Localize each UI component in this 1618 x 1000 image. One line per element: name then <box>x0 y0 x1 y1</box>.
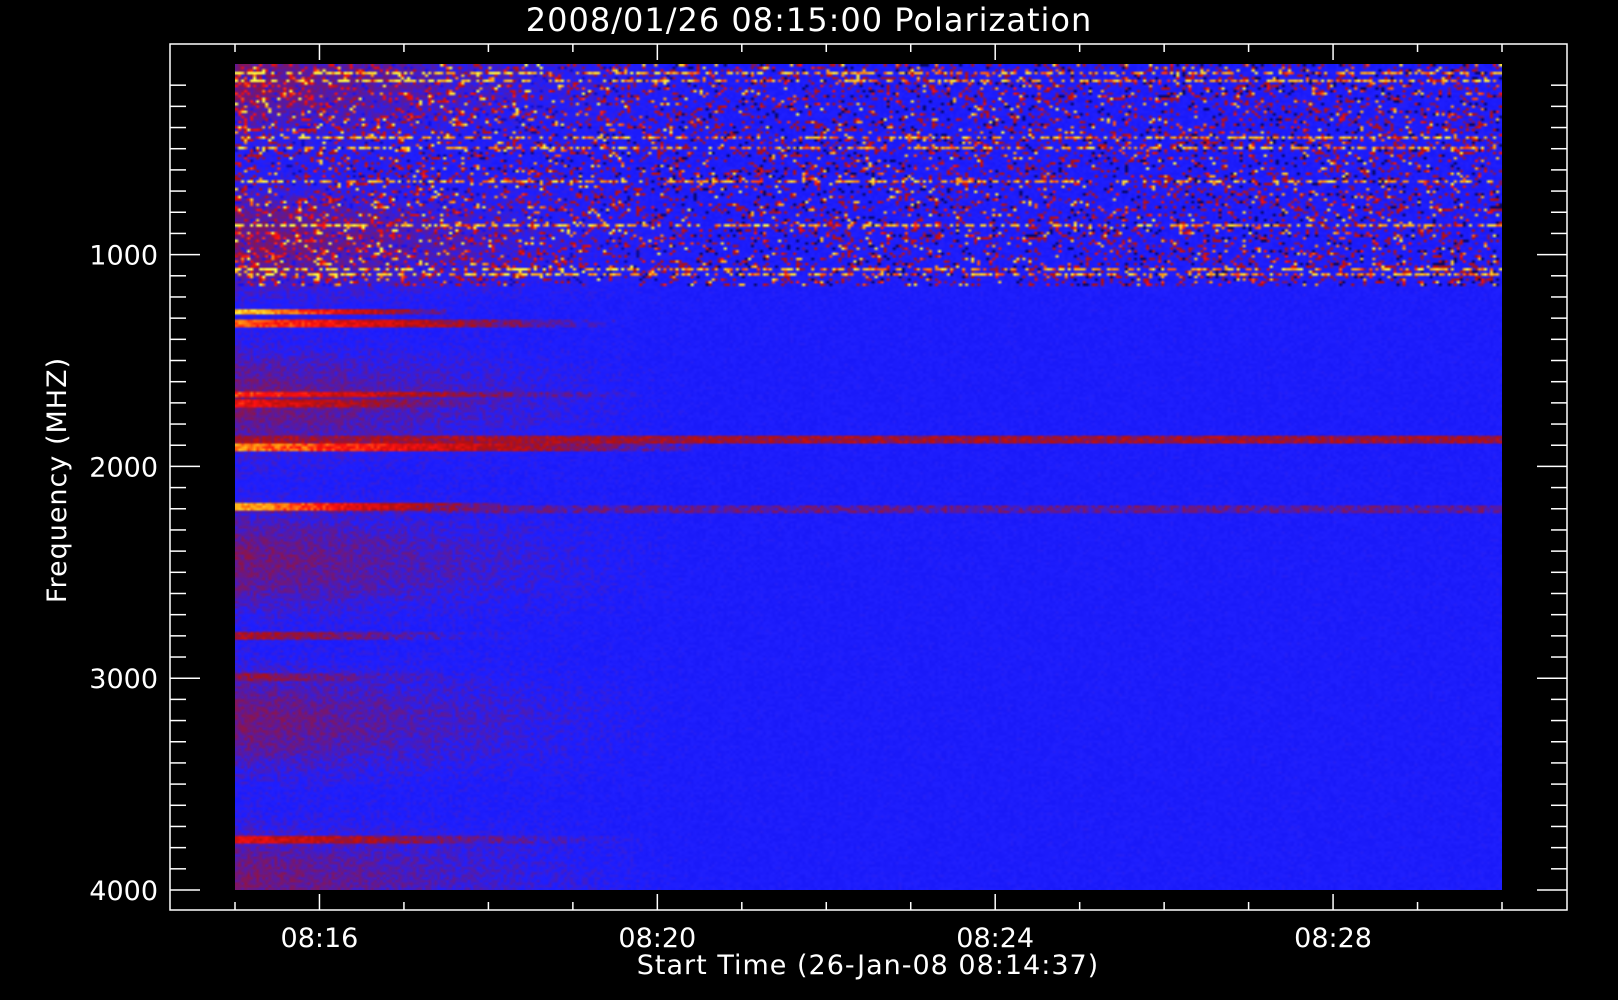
spectrogram-chart: 2008/01/26 08:15:00 Polarization 08:16 08… <box>42 1 1568 981</box>
y-tick-labels: 1000 2000 3000 4000 <box>89 241 158 907</box>
y-tick-label: 4000 <box>89 876 158 907</box>
chart-title: 2008/01/26 08:15:00 Polarization <box>526 1 1092 39</box>
heatmap-image <box>235 64 1502 890</box>
x-tick-label: 08:16 <box>281 923 359 954</box>
y-tick-label: 2000 <box>89 452 158 483</box>
y-tick-label: 1000 <box>89 241 158 272</box>
x-axis-label: Start Time (26-Jan-08 08:14:37) <box>637 950 1099 981</box>
x-tick-label: 08:28 <box>1294 923 1372 954</box>
y-tick-label: 3000 <box>89 664 158 695</box>
y-axis-label: Frequency (MHZ) <box>42 357 73 603</box>
